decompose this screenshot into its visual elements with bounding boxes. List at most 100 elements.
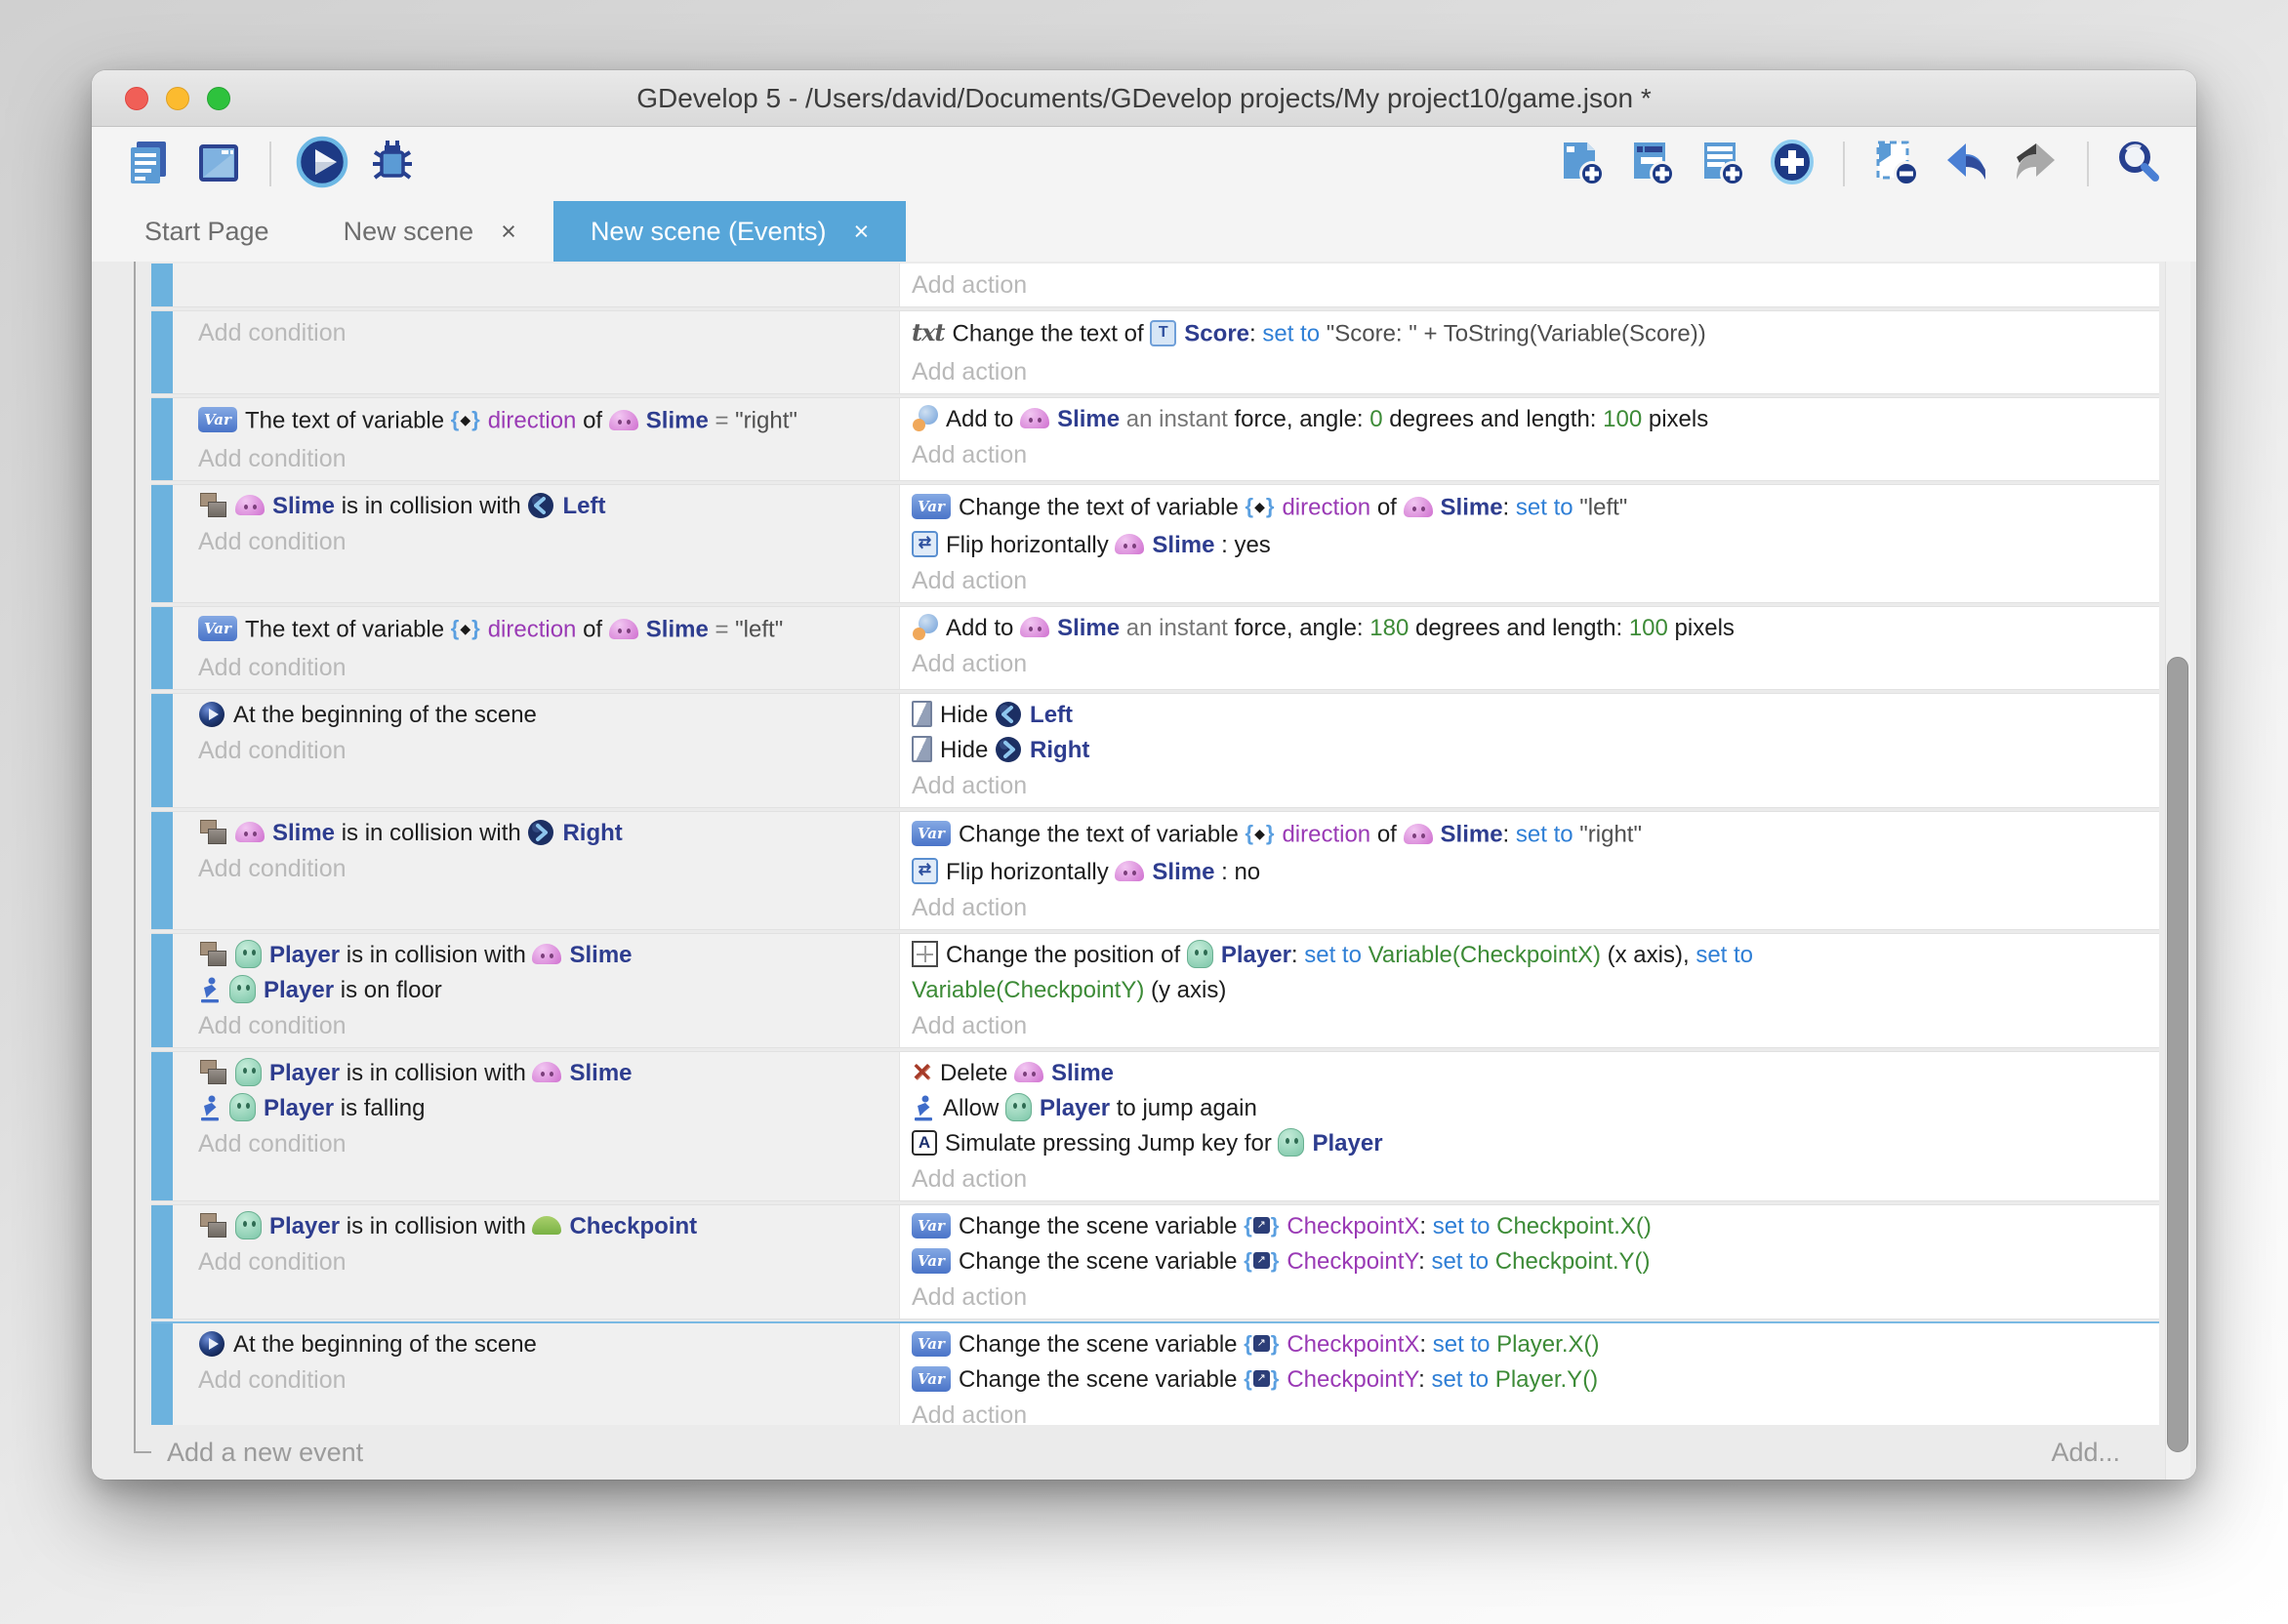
actions-cell[interactable]: VarChange the text of variable {◆}direct… [900, 485, 2159, 602]
action-line[interactable]: ⇄Flip horizontally Slime : no [912, 855, 2144, 890]
add-action-button[interactable]: Add action [912, 1161, 2144, 1197]
conditions-cell[interactable]: At the beginning of the sceneAdd conditi… [173, 1323, 900, 1425]
event-row[interactable]: VarThe text of variable {◆}direction of … [151, 607, 2159, 689]
conditions-cell[interactable]: Slime is in collision with LeftAdd condi… [173, 485, 900, 602]
event-row[interactable]: Slime is in collision with LeftAdd condi… [151, 485, 2159, 602]
condition-line[interactable]: At the beginning of the scene [198, 698, 889, 733]
action-line[interactable]: VarChange the scene variable {↗}Checkpoi… [912, 1327, 2144, 1362]
event-handle[interactable] [151, 1052, 173, 1200]
event-handle[interactable] [151, 398, 173, 480]
event-row[interactable]: Add action [151, 264, 2159, 306]
event-row[interactable]: Add condition txtChange the text of TScor… [151, 311, 2159, 393]
undo-button[interactable] [1939, 137, 1993, 191]
add-action-button[interactable]: Add action [912, 1398, 2144, 1425]
add-condition-button[interactable]: Add condition [198, 524, 889, 559]
condition-line[interactable]: Player is on floor [198, 973, 889, 1008]
add-action-button[interactable]: Add action [912, 1279, 2144, 1315]
add-comment-button[interactable] [1695, 137, 1749, 191]
search-button[interactable] [2112, 137, 2167, 191]
actions-cell[interactable]: ✕Delete SlimeAllow Player to jump againA… [900, 1052, 2159, 1200]
scene-editor-button[interactable] [191, 137, 246, 191]
event-handle[interactable] [151, 1205, 173, 1319]
condition-line[interactable]: At the beginning of the scene [198, 1327, 889, 1362]
conditions-cell[interactable]: Add condition [173, 311, 900, 393]
tab-new-scene-events[interactable]: New scene (Events)× [553, 201, 906, 262]
action-line[interactable]: ⇄Flip horizontally Slime : yes [912, 528, 2144, 563]
add-condition-button[interactable]: Add condition [198, 851, 889, 886]
action-line[interactable]: VarChange the text of variable {◆}direct… [912, 816, 2144, 855]
add-action-button[interactable]: Add action [912, 646, 2144, 681]
add-condition-button[interactable]: Add condition [198, 1244, 889, 1279]
action-line[interactable]: Hide Right [912, 733, 2144, 768]
add-action-button[interactable]: Add action [912, 437, 2144, 472]
condition-line[interactable]: VarThe text of variable {◆}direction of … [198, 402, 889, 441]
conditions-cell[interactable]: Player is in collision with SlimePlayer … [173, 934, 900, 1047]
add-new-button[interactable] [1765, 137, 1819, 191]
tab-start-page[interactable]: Start Page [107, 201, 306, 262]
add-action-button[interactable]: Add action [912, 354, 2144, 389]
minimize-window-button[interactable] [166, 87, 189, 110]
event-handle[interactable] [151, 694, 173, 807]
add-subevent-button[interactable] [1624, 137, 1679, 191]
actions-cell[interactable]: Change the position of Player: set to Va… [900, 934, 2159, 1047]
actions-cell[interactable]: Add to Slime an instant force, angle: 18… [900, 607, 2159, 689]
action-line[interactable]: Change the position of Player: set to Va… [912, 938, 2144, 1008]
tab-close-icon[interactable]: × [854, 217, 870, 247]
action-line[interactable]: Add to Slime an instant force, angle: 0 … [912, 402, 2144, 437]
conditions-cell[interactable]: VarThe text of variable {◆}direction of … [173, 607, 900, 689]
event-row[interactable]: Slime is in collision with RightAdd cond… [151, 812, 2159, 929]
action-line[interactable]: Allow Player to jump again [912, 1091, 2144, 1126]
conditions-cell[interactable]: Player is in collision with SlimePlayer … [173, 1052, 900, 1200]
scrollbar-thumb[interactable] [2167, 657, 2188, 1452]
add-action-button[interactable]: Add action [912, 768, 2144, 803]
conditions-cell[interactable]: Player is in collision with CheckpointAd… [173, 1205, 900, 1319]
action-line[interactable]: VarChange the scene variable {↗}Checkpoi… [912, 1244, 2144, 1279]
tab-close-icon[interactable]: × [501, 217, 516, 247]
condition-line[interactable]: Player is falling [198, 1091, 889, 1126]
event-handle[interactable] [151, 934, 173, 1047]
add-condition-button[interactable]: Add condition [198, 733, 889, 768]
delete-selection-button[interactable] [1868, 137, 1923, 191]
actions-cell[interactable]: VarChange the scene variable {↗}Checkpoi… [900, 1323, 2159, 1425]
action-line[interactable]: VarChange the scene variable {↗}Checkpoi… [912, 1209, 2144, 1244]
event-row[interactable]: At the beginning of the sceneAdd conditi… [151, 694, 2159, 807]
action-line[interactable]: txtChange the text of TScore: set to "Sc… [912, 315, 2144, 354]
event-row[interactable]: Player is in collision with SlimePlayer … [151, 1052, 2159, 1200]
event-handle[interactable] [151, 812, 173, 929]
event-row[interactable]: Player is in collision with SlimePlayer … [151, 934, 2159, 1047]
actions-cell[interactable]: Hide LeftHide RightAdd action [900, 694, 2159, 807]
add-condition-button[interactable]: Add condition [198, 441, 889, 476]
event-handle[interactable] [151, 485, 173, 602]
event-row[interactable]: At the beginning of the sceneAdd conditi… [151, 1323, 2159, 1425]
event-handle[interactable] [151, 607, 173, 689]
zoom-window-button[interactable] [207, 87, 230, 110]
actions-cell[interactable]: VarChange the scene variable {↗}Checkpoi… [900, 1205, 2159, 1319]
event-row[interactable]: Player is in collision with CheckpointAd… [151, 1205, 2159, 1319]
add-condition-button[interactable]: Add condition [198, 1126, 889, 1161]
play-button[interactable] [295, 137, 349, 191]
condition-line[interactable]: Slime is in collision with Right [198, 816, 889, 851]
add-condition-button[interactable]: Add condition [198, 650, 889, 685]
action-line[interactable]: VarChange the text of variable {◆}direct… [912, 489, 2144, 528]
add-action-button[interactable]: Add action [912, 890, 2144, 925]
add-condition-button[interactable]: Add condition [198, 1008, 889, 1043]
condition-line[interactable]: VarThe text of variable {◆}direction of … [198, 611, 889, 650]
condition-line[interactable]: Player is in collision with Slime [198, 1056, 889, 1091]
actions-cell[interactable]: Add to Slime an instant force, angle: 0 … [900, 398, 2159, 480]
add-action-button[interactable]: Add action [912, 1008, 2144, 1043]
add-condition-button[interactable]: Add condition [198, 315, 889, 350]
event-handle[interactable] [151, 1323, 173, 1425]
close-window-button[interactable] [125, 87, 148, 110]
condition-line[interactable]: Slime is in collision with Left [198, 489, 889, 524]
debug-button[interactable] [365, 137, 420, 191]
action-line[interactable]: Add to Slime an instant force, angle: 18… [912, 611, 2144, 646]
actions-cell[interactable]: Add action [900, 264, 2159, 306]
conditions-cell[interactable]: Slime is in collision with RightAdd cond… [173, 812, 900, 929]
action-line[interactable]: ASimulate pressing Jump key for Player [912, 1126, 2144, 1161]
actions-cell[interactable]: txtChange the text of TScore: set to "Sc… [900, 311, 2159, 393]
event-handle[interactable] [151, 264, 173, 306]
condition-line[interactable]: Player is in collision with Slime [198, 938, 889, 973]
add-more-button[interactable]: Add... [2051, 1438, 2120, 1468]
event-handle[interactable] [151, 311, 173, 393]
tab-new-scene[interactable]: New scene× [306, 201, 553, 262]
